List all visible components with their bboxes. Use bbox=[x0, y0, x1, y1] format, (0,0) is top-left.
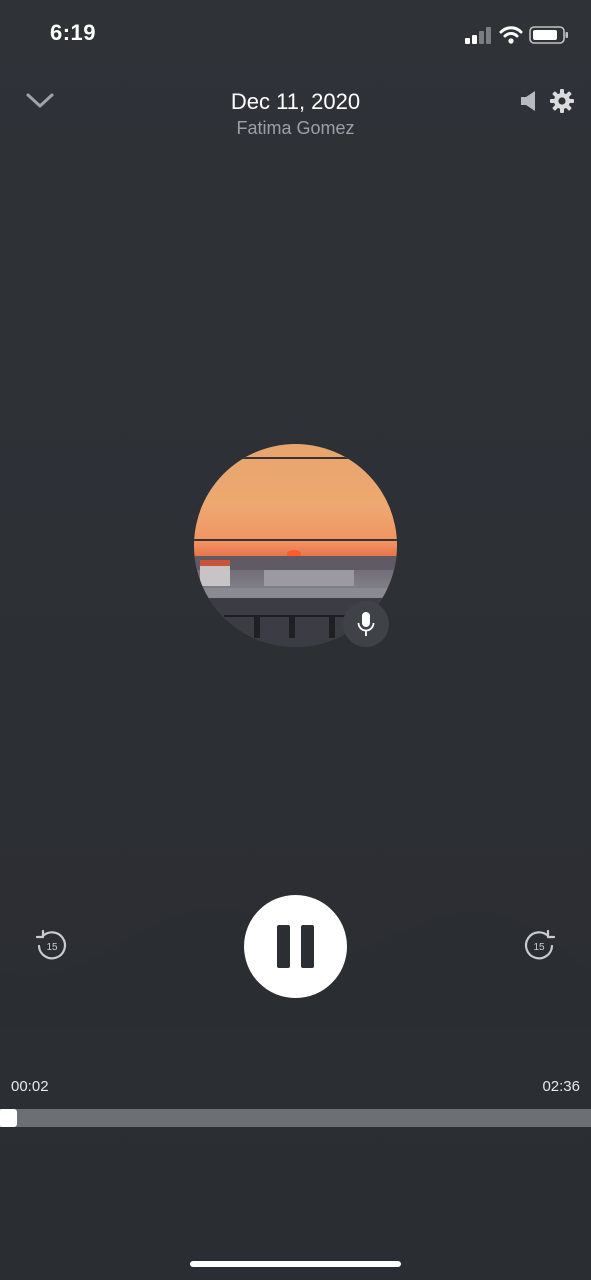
forward-label: 15 bbox=[533, 942, 545, 953]
microphone-badge[interactable] bbox=[343, 601, 389, 647]
elapsed-time: 00:02 bbox=[11, 1078, 49, 1095]
progress-handle[interactable] bbox=[0, 1109, 17, 1127]
speaker-icon bbox=[521, 91, 535, 111]
forward-15-button[interactable]: 15 bbox=[520, 927, 558, 965]
gear-icon bbox=[550, 89, 574, 113]
status-time: 6:19 bbox=[50, 20, 97, 45]
signal-icon bbox=[465, 27, 491, 44]
pause-icon bbox=[277, 925, 290, 968]
rewind-15-button[interactable]: 15 bbox=[33, 927, 71, 965]
total-duration: 02:36 bbox=[542, 1078, 580, 1095]
rewind-label: 15 bbox=[46, 942, 58, 953]
recording-author: Fatima Gomez bbox=[236, 118, 355, 138]
forward-15-icon: 15 bbox=[524, 929, 556, 960]
pause-button[interactable] bbox=[244, 895, 347, 998]
microphone-icon bbox=[357, 612, 375, 636]
recording-date-title: Dec 11, 2020 bbox=[230, 89, 361, 114]
progress-track[interactable] bbox=[0, 1109, 591, 1127]
settings-button[interactable] bbox=[549, 88, 575, 114]
speaker-button[interactable] bbox=[516, 88, 542, 114]
wifi-icon bbox=[499, 26, 523, 44]
battery-icon bbox=[529, 26, 568, 44]
home-indicator bbox=[190, 1261, 401, 1267]
rewind-15-icon: 15 bbox=[35, 929, 67, 960]
